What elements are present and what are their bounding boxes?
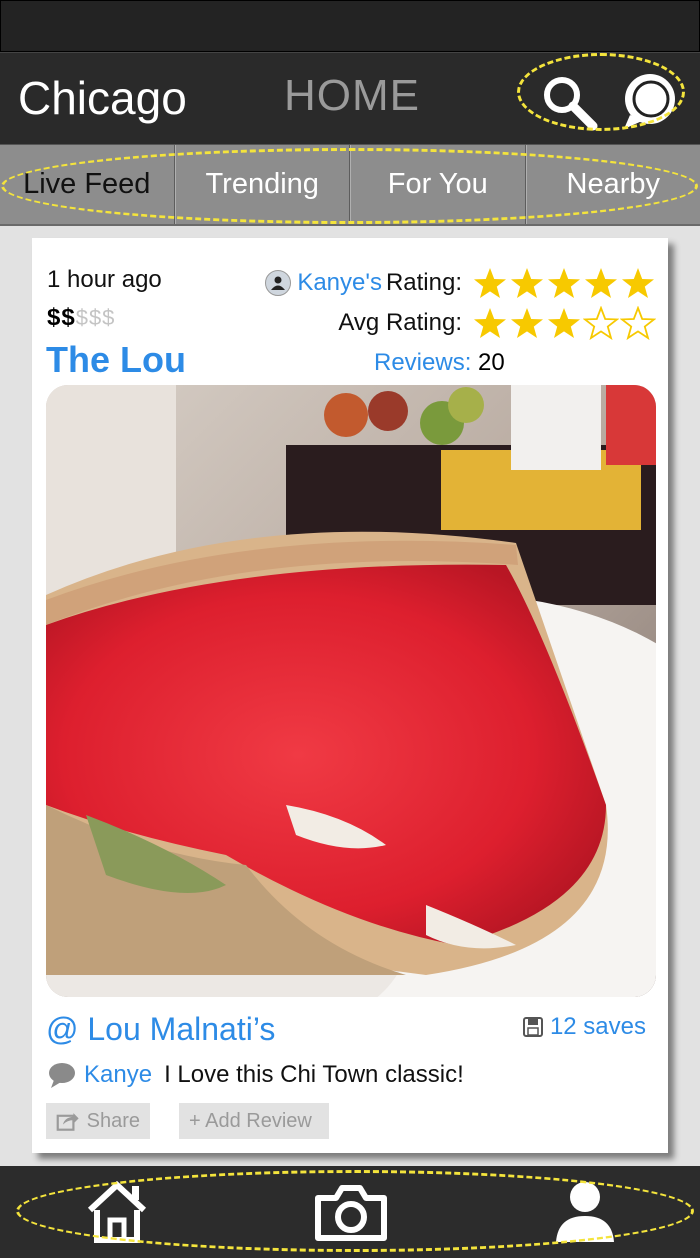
camera-icon	[315, 1185, 387, 1241]
deep-dish-pizza-image	[46, 385, 656, 997]
avg-rating-stars	[472, 306, 656, 340]
search-icon	[544, 77, 598, 131]
search-button[interactable]	[538, 71, 598, 131]
star-filled-icon	[622, 268, 654, 298]
star-filled-icon	[511, 308, 543, 338]
add-review-button[interactable]: + Add Review	[179, 1103, 329, 1139]
price-inactive: $$$	[75, 305, 116, 330]
feed-post-card: 1 hour ago $$$$$ The Lou Kanye's Rating:…	[32, 238, 668, 1153]
avg-rating-row: Avg Rating:	[338, 306, 656, 340]
location-link[interactable]: @ Lou Malnati’s	[46, 1011, 275, 1048]
star-empty-icon	[620, 306, 656, 340]
profile-icon	[556, 1182, 614, 1242]
star-filled-icon	[474, 308, 506, 338]
share-icon	[56, 1113, 79, 1131]
nav-camera-button[interactable]	[314, 1180, 388, 1244]
home-icon	[87, 1180, 147, 1243]
reviews-count[interactable]: Reviews: 20	[374, 349, 505, 377]
star-filled-icon	[474, 268, 506, 298]
restaurant-name[interactable]: The Lou	[46, 339, 186, 381]
reviews-value: 20	[478, 349, 505, 376]
bottom-nav	[0, 1166, 700, 1258]
app-header: Chicago HOME	[0, 52, 700, 144]
star-filled-icon	[585, 268, 617, 298]
user-rating-label: Rating:	[385, 269, 462, 296]
price-active: $$	[47, 304, 76, 331]
user-rating-stars	[472, 266, 656, 300]
saves-count: 12 saves	[549, 1013, 646, 1040]
add-review-label: + Add Review	[189, 1109, 312, 1132]
page-title: HOME	[284, 71, 420, 120]
status-bar	[0, 0, 700, 52]
comment-text: I Love this Chi Town classic!	[164, 1061, 464, 1088]
share-label: Share	[86, 1109, 140, 1132]
price-level: $$$$$	[47, 304, 115, 332]
tab-for-you[interactable]: For You	[350, 145, 526, 224]
star-filled-icon	[548, 268, 580, 298]
user-avatar-icon	[265, 270, 292, 296]
tab-trending[interactable]: Trending	[174, 145, 350, 224]
star-filled-icon	[511, 268, 543, 298]
tab-live-feed[interactable]: Live Feed	[0, 145, 175, 224]
reviews-label: Reviews:	[374, 349, 472, 376]
comment-row: Kanye I Love this Chi Town classic!	[48, 1061, 464, 1089]
nav-home-button[interactable]	[86, 1180, 148, 1244]
tab-nearby[interactable]: Nearby	[525, 145, 700, 224]
chat-button[interactable]	[620, 71, 680, 131]
avg-rating-label: Avg Rating:	[338, 309, 462, 336]
star-filled-icon	[548, 308, 580, 338]
star-empty-icon	[583, 306, 619, 340]
rating-user-name[interactable]: Kanye's	[297, 269, 382, 297]
nav-profile-button[interactable]	[554, 1180, 616, 1244]
food-photo[interactable]	[46, 385, 656, 997]
post-time: 1 hour ago	[47, 266, 162, 293]
comment-author[interactable]: Kanye	[84, 1061, 152, 1089]
tab-bar: Live Feed Trending For You Nearby	[0, 144, 700, 226]
share-button[interactable]: Share	[46, 1103, 150, 1139]
saves-button[interactable]: 12 saves	[522, 1013, 646, 1041]
city-label: Chicago	[18, 72, 187, 124]
speech-bubble-icon	[49, 1063, 75, 1088]
floppy-save-icon	[522, 1017, 543, 1037]
user-rating-row: Kanye's Rating:	[265, 266, 656, 300]
chat-bubble-icon	[624, 74, 675, 129]
